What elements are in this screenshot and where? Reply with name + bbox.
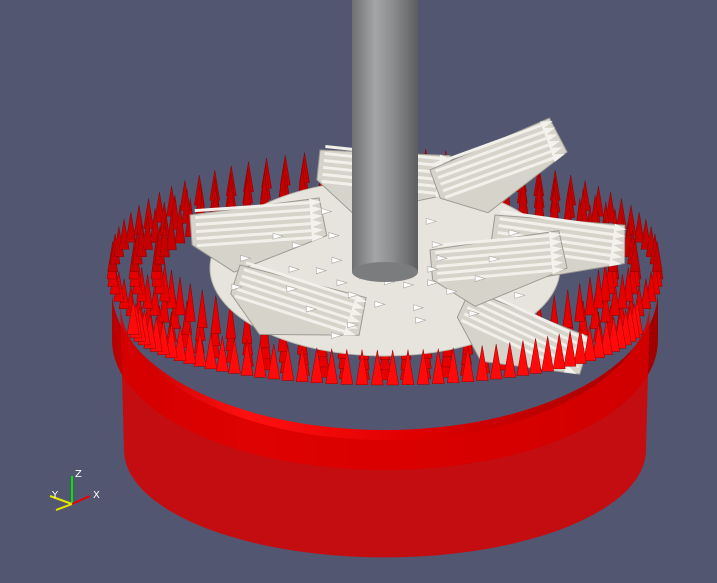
z-axis-label: Z: [75, 469, 82, 480]
shaft-base: [352, 262, 418, 282]
y-axis-foot: [55, 503, 73, 511]
orientation-axes-widget: Z Y X: [42, 466, 112, 518]
3d-render-viewport[interactable]: Z Y X: [0, 0, 717, 583]
x-axis-label: X: [93, 490, 100, 501]
y-axis-label: Y: [52, 490, 59, 501]
rotor-shaft: [352, 0, 418, 282]
shaft-cylinder: [352, 0, 418, 272]
x-axis-line: [71, 495, 91, 505]
